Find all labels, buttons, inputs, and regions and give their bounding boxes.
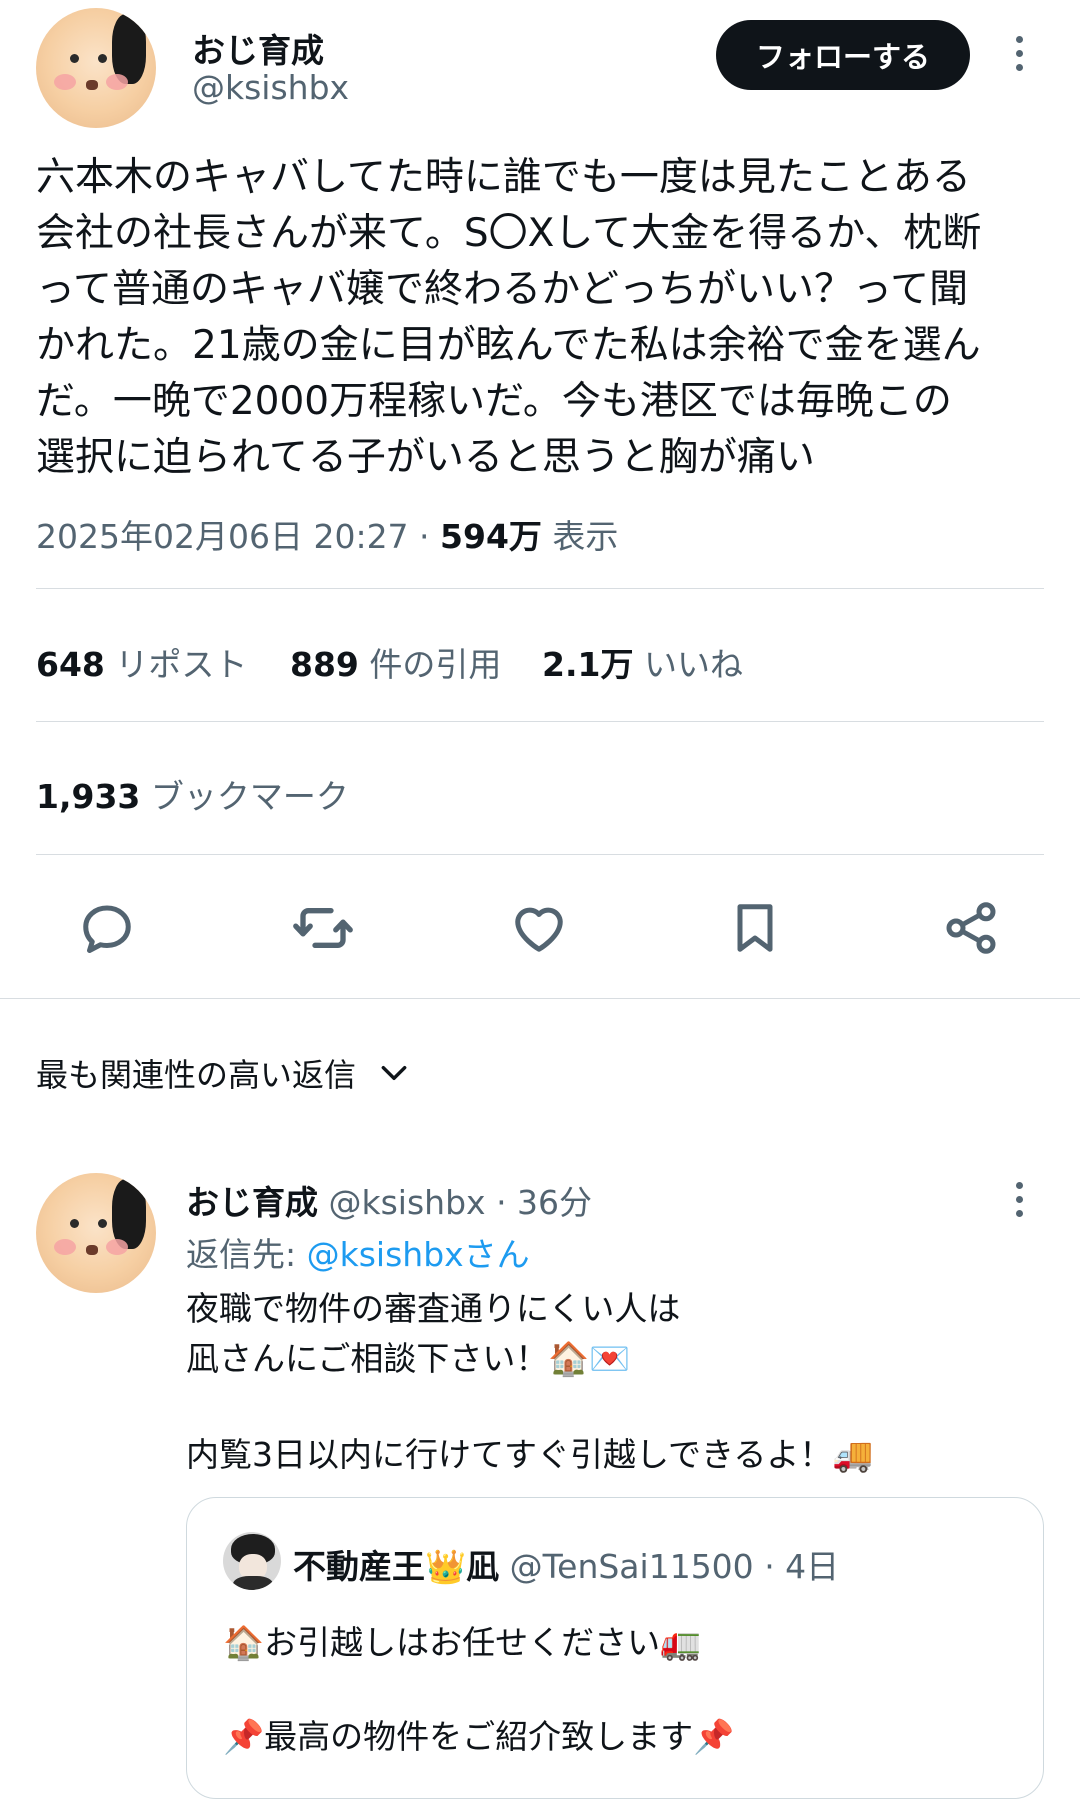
post-text-line: 六本木のキャバしてた時に誰でも一度は見たことある (36, 155, 971, 200)
bookmark-button[interactable] (720, 893, 790, 963)
reply-to-prefix: 返信先: (186, 1235, 307, 1274)
reply-more-options-icon[interactable] (1013, 1182, 1025, 1217)
section-divider (0, 998, 1080, 999)
reply-author-handle[interactable]: @ksishbx (329, 1183, 486, 1222)
likes-label: いいね (643, 645, 743, 684)
quote-text-line: 📌最高の物件をご紹介致します📌 (223, 1717, 735, 1756)
reply-author-name[interactable]: おじ育成 (186, 1183, 318, 1222)
author-name[interactable]: おじ育成 (192, 24, 324, 72)
views-count: 594万 (440, 517, 542, 556)
post-text-line: 選択に迫られてる子がいると思うと胸が痛い (36, 435, 815, 480)
post-text-line: 会社の社長さんが来て。S〇Xして大金を得るか、枕断 (36, 211, 982, 256)
bookmarks-label: ブックマーク (150, 777, 349, 816)
quote-header: 不動産王👑凪 @TenSai11500 · 4日 (293, 1540, 839, 1588)
reply-time[interactable]: · 36分 (496, 1183, 592, 1222)
post-timestamp[interactable]: 2025年02月06日 20:27 (36, 517, 409, 556)
quote-author-name[interactable]: 不動産王👑凪 (293, 1547, 499, 1586)
bookmarks-stat[interactable]: 1,933 ブックマーク (36, 770, 349, 818)
views-label: 表示 (541, 517, 619, 556)
quote-author-avatar[interactable] (223, 1532, 281, 1590)
share-button[interactable] (936, 893, 1006, 963)
post-text: 六本木のキャバしてた時に誰でも一度は見たことある 会社の社長さんが来て。S〇Xし… (36, 150, 1036, 486)
author-handle[interactable]: @ksishbx (192, 68, 349, 107)
post-text-line: かれた。21歳の金に目が眩んでた私は余裕で金を選ん (36, 323, 981, 368)
reply-button[interactable] (72, 893, 142, 963)
post-text-line: って普通のキャバ嬢で終わるかどっちがいい？って聞 (36, 267, 969, 312)
bookmark-icon (737, 904, 773, 952)
reply-to-handle[interactable]: @ksishbxさん (307, 1235, 530, 1274)
bookmarks-count: 1,933 (36, 777, 141, 816)
share-icon (946, 902, 996, 954)
quote-time[interactable]: · 4日 (764, 1547, 839, 1586)
author-avatar[interactable] (36, 8, 156, 128)
replies-sort-dropdown[interactable]: 最も関連性の高い返信 (36, 1050, 410, 1096)
retweet-button[interactable] (288, 893, 358, 963)
chevron-down-icon (381, 1065, 407, 1081)
quotes-count: 889 (290, 645, 359, 684)
quoted-post-card[interactable]: 不動産王👑凪 @TenSai11500 · 4日 🏠お引越しはお任せください🚛 … (186, 1497, 1044, 1799)
replies-sort-label: 最も関連性の高い返信 (36, 1056, 357, 1094)
follow-button[interactable]: フォローする (716, 20, 970, 90)
like-button[interactable] (504, 893, 574, 963)
more-options-icon[interactable] (1013, 36, 1025, 71)
reply-author-avatar[interactable] (36, 1173, 156, 1293)
likes-count: 2.1万 (542, 645, 634, 684)
reposts-count: 648 (36, 645, 105, 684)
quote-text-line: 🏠お引越しはお任せください🚛 (223, 1623, 702, 1662)
post-text-line: だ。一晩で2000万程稼いだ。今も港区では毎晩この (36, 379, 952, 424)
heart-icon (515, 907, 563, 952)
reposts-label: リポスト (115, 645, 248, 684)
reposts-stat[interactable]: 648 リポスト (36, 638, 247, 686)
likes-stat[interactable]: 2.1万 いいね (542, 638, 743, 686)
post-meta: 2025年02月06日 20:27 · 594万 表示 (36, 510, 618, 558)
divider (36, 588, 1044, 589)
reply-icon (83, 905, 131, 953)
reply-text-line: 夜職で物件の審査通りにくい人は (186, 1289, 681, 1328)
reply-text-line: 凪さんにご相談下さい！🏠💌 (186, 1339, 631, 1378)
meta-separator: · (408, 517, 441, 556)
reply-to: 返信先: @ksishbxさん (186, 1228, 530, 1276)
divider (36, 721, 1044, 722)
reply-text-line: 内覧3日以内に行けてすぐ引越しできるよ！🚚 (186, 1435, 874, 1474)
quote-author-handle[interactable]: @TenSai11500 (510, 1547, 754, 1586)
quotes-label: 件の引用 (369, 645, 502, 684)
reply-header: おじ育成 @ksishbx · 36分 (186, 1176, 592, 1224)
retweet-icon (293, 908, 353, 948)
quotes-stat[interactable]: 889 件の引用 (290, 638, 501, 686)
divider (36, 854, 1044, 855)
